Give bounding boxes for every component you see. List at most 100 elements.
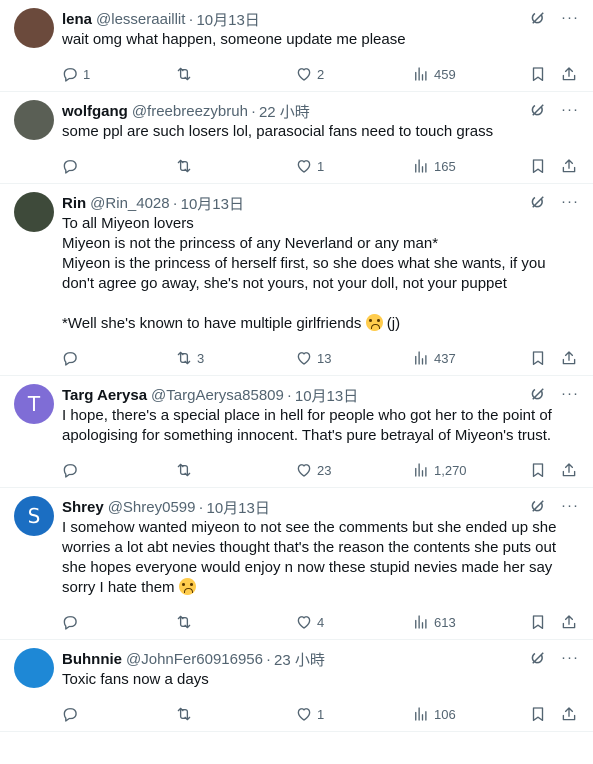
views-icon [415, 615, 427, 629]
tweet[interactable]: lena @lesseraaillit · 10月13日 ··· wait om… [0, 0, 593, 92]
grok-icon[interactable] [529, 9, 547, 27]
grok-icon[interactable] [529, 193, 547, 211]
like-button[interactable]: 23 [295, 461, 331, 479]
display-name[interactable]: Shrey [62, 499, 104, 516]
reply-icon [63, 616, 77, 630]
display-name[interactable]: lena [62, 11, 92, 28]
tweet-text-line: Miyeon is not the princess of any Neverl… [62, 234, 577, 254]
timestamp[interactable]: 10月13日 [196, 9, 259, 30]
views-button[interactable]: 613 [412, 613, 456, 631]
grok-icon[interactable] [529, 101, 547, 119]
avatar[interactable]: S [14, 496, 54, 536]
display-name[interactable]: Targ Aerysa [62, 387, 147, 404]
share-icon [562, 351, 576, 365]
user-handle[interactable]: @TargAerysa85809 [151, 387, 284, 404]
share-button[interactable] [560, 157, 578, 175]
view-count: 106 [434, 706, 456, 722]
more-icon[interactable]: ··· [561, 193, 579, 211]
views-button[interactable]: 165 [412, 157, 456, 175]
timestamp[interactable]: 22 小時 [259, 101, 310, 122]
views-button[interactable]: 459 [412, 65, 456, 83]
share-button[interactable] [560, 705, 578, 723]
more-icon[interactable]: ··· [561, 649, 579, 667]
like-button[interactable]: 1 [295, 157, 324, 175]
timestamp[interactable]: 10月13日 [181, 193, 244, 214]
tweet-header: lena @lesseraaillit · 10月13日 [62, 9, 577, 29]
like-button[interactable]: 2 [295, 65, 324, 83]
more-icon[interactable]: ··· [561, 9, 579, 27]
grok-icon[interactable] [529, 385, 547, 403]
timestamp[interactable]: 23 小時 [274, 649, 325, 670]
avatar[interactable] [14, 192, 54, 232]
retweet-button[interactable] [175, 461, 197, 479]
tweet[interactable]: Rin @Rin_4028 · 10月13日 ··· To all Miyeon… [0, 184, 593, 376]
tweet-text-line: To all Miyeon lovers [62, 214, 577, 234]
like-count: 2 [317, 66, 325, 82]
avatar[interactable] [14, 100, 54, 140]
like-button[interactable]: 1 [295, 705, 324, 723]
views-button[interactable]: 437 [412, 349, 456, 367]
user-handle[interactable]: @Rin_4028 [90, 195, 169, 212]
retweet-button[interactable] [175, 613, 197, 631]
reply-button[interactable] [61, 157, 83, 175]
bookmark-button[interactable] [529, 461, 547, 479]
retweet-button[interactable] [175, 705, 197, 723]
timestamp[interactable]: 10月13日 [295, 385, 358, 406]
header-actions: ··· [529, 193, 579, 211]
display-name[interactable]: Buhnnie [62, 651, 122, 668]
bookmark-button[interactable] [529, 705, 547, 723]
tweet[interactable]: wolfgang @freebreezybruh · 22 小時 ··· som… [0, 92, 593, 184]
user-handle[interactable]: @JohnFer60916956 [126, 651, 263, 668]
tweet[interactable]: S Shrey @Shrey0599 · 10月13日 ··· I someho… [0, 488, 593, 640]
tweet-actions: 1 165 [61, 149, 577, 183]
grok-icon[interactable] [529, 649, 547, 667]
tweet-actions: 23 1,270 [61, 453, 577, 487]
reply-button[interactable] [61, 461, 83, 479]
grok-icon[interactable] [529, 497, 547, 515]
reply-button[interactable] [61, 613, 83, 631]
share-button[interactable] [560, 65, 578, 83]
retweet-icon [177, 463, 191, 477]
user-handle[interactable]: @freebreezybruh [132, 103, 248, 120]
share-button[interactable] [560, 461, 578, 479]
reply-button[interactable] [61, 705, 83, 723]
like-count: 1 [317, 706, 325, 722]
retweet-button[interactable]: 3 [175, 349, 204, 367]
tweet-text-segment: To all Miyeon lovers [62, 215, 194, 232]
tweet-header: wolfgang @freebreezybruh · 22 小時 [62, 101, 577, 121]
bookmark-button[interactable] [529, 613, 547, 631]
timestamp[interactable]: 10月13日 [206, 497, 269, 518]
tweet-header: Targ Aerysa @TargAerysa85809 · 10月13日 [62, 385, 577, 405]
display-name[interactable]: wolfgang [62, 103, 128, 120]
bookmark-button[interactable] [529, 157, 547, 175]
tweet-text-segment: Toxic fans now a days [62, 671, 209, 688]
more-icon[interactable]: ··· [561, 385, 579, 403]
tweet-actions: 4 613 [61, 605, 577, 639]
display-name[interactable]: Rin [62, 195, 86, 212]
reply-button[interactable] [61, 349, 83, 367]
retweet-button[interactable] [175, 65, 197, 83]
user-handle[interactable]: @Shrey0599 [108, 499, 196, 516]
views-button[interactable]: 1,270 [412, 461, 467, 479]
views-button[interactable]: 106 [412, 705, 456, 723]
retweet-button[interactable] [175, 157, 197, 175]
tweet[interactable]: Buhnnie @JohnFer60916956 · 23 小時 ··· Tox… [0, 640, 593, 732]
like-button[interactable]: 4 [295, 613, 324, 631]
user-handle[interactable]: @lesseraaillit [96, 11, 185, 28]
avatar[interactable] [14, 648, 54, 688]
view-count: 459 [434, 66, 456, 82]
bookmark-button[interactable] [529, 349, 547, 367]
avatar[interactable]: T [14, 384, 54, 424]
tweet-text-line: I hope, there's a special place in hell … [62, 406, 577, 446]
more-icon[interactable]: ··· [561, 101, 579, 119]
share-button[interactable] [560, 349, 578, 367]
avatar[interactable] [14, 8, 54, 48]
more-icon[interactable]: ··· [561, 497, 579, 515]
view-count: 437 [434, 350, 456, 366]
tweet[interactable]: T Targ Aerysa @TargAerysa85809 · 10月13日 … [0, 376, 593, 488]
bookmark-button[interactable] [529, 65, 547, 83]
views-icon [415, 159, 427, 173]
reply-button[interactable]: 1 [61, 65, 90, 83]
share-button[interactable] [560, 613, 578, 631]
like-button[interactable]: 13 [295, 349, 331, 367]
